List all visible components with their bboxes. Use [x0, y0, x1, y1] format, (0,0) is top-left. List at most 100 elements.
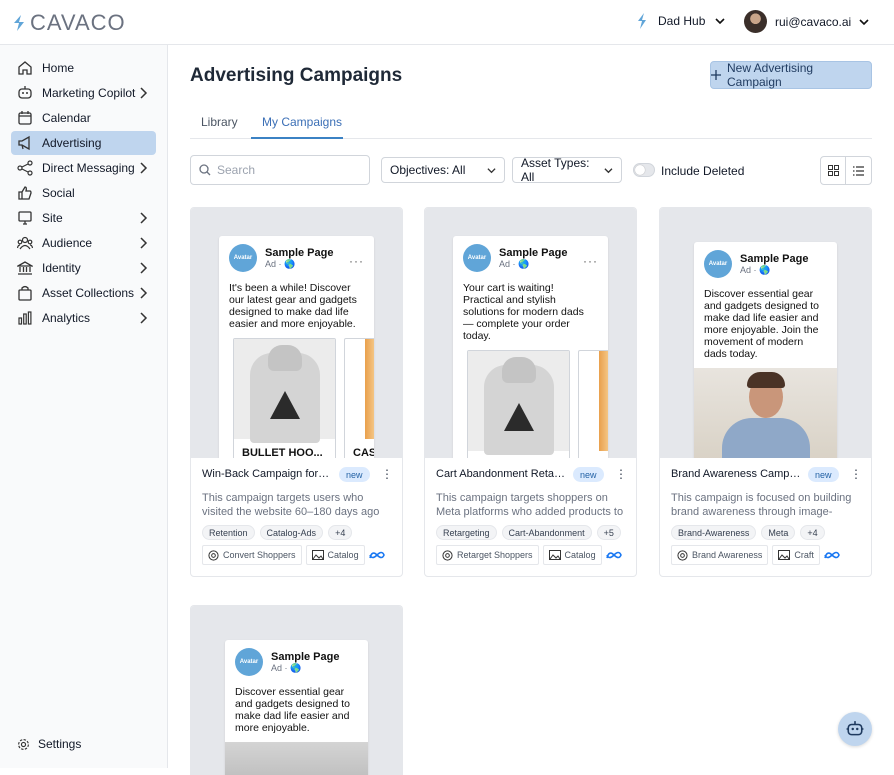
include-deleted-toggle[interactable]	[633, 163, 655, 177]
tag: +4	[800, 525, 825, 540]
post-meta: Ad · 🌎	[271, 662, 302, 673]
workspace-name: Dad Hub	[658, 14, 706, 28]
post-body: It's been a while! Discover our latest g…	[229, 282, 357, 330]
meta-icon	[605, 551, 622, 559]
tag: Retention	[202, 525, 255, 540]
top-bar: CAVACO Dad Hub rui@cavaco.ai	[0, 0, 894, 45]
search-input[interactable]: Search	[190, 155, 370, 185]
campaign-card[interactable]: Avatar Sample Page Ad · 🌎 ··· It's been …	[190, 207, 403, 577]
new-badge: new	[339, 467, 370, 482]
campaign-card[interactable]: Avatar Sample Page Ad · 🌎 Discover essen…	[659, 207, 872, 577]
sidebar-item-audience[interactable]: Audience	[11, 231, 156, 255]
card-menu-icon[interactable]: ⋮	[615, 467, 627, 481]
globe-icon: 🌎	[518, 258, 530, 269]
sidebar-item-label: Home	[42, 61, 75, 75]
tabs: Library My Campaigns	[190, 107, 872, 139]
chevron-right-icon	[140, 87, 148, 99]
page-avatar: Avatar	[704, 250, 732, 278]
ad-preview: Avatar Sample Page Ad · 🌎 ··· Your cart …	[425, 208, 636, 458]
app-logo[interactable]: CAVACO	[12, 10, 126, 36]
objectives-select[interactable]: Objectives: All	[381, 157, 505, 183]
target-icon	[442, 549, 453, 561]
sidebar-item-calendar[interactable]: Calendar	[11, 106, 156, 130]
chevron-down-icon	[859, 18, 869, 25]
post-header: Avatar Sample Page Ad · 🌎	[235, 648, 339, 676]
globe-icon: 🌎	[759, 264, 771, 275]
ad-preview: Avatar Sample Page Ad · 🌎 Discover essen…	[660, 208, 871, 458]
sidebar-item-social[interactable]: Social	[11, 181, 156, 205]
carousel-item	[578, 350, 608, 458]
card-footer: Convert Shoppers Catalog	[202, 545, 385, 565]
campaign-card[interactable]: Avatar Sample Page Ad · 🌎 Discover essen…	[190, 605, 403, 775]
sidebar: Home Marketing Copilot Calendar Advertis…	[0, 45, 168, 768]
card-menu-icon[interactable]: ⋮	[381, 467, 393, 481]
card-menu-icon[interactable]: ⋮	[850, 467, 862, 481]
sidebar-item-asset-collections[interactable]: Asset Collections	[11, 281, 156, 305]
search-icon	[199, 164, 211, 176]
product-image	[365, 339, 374, 439]
share-icon	[16, 159, 34, 177]
chevron-right-icon	[140, 287, 148, 299]
user-menu[interactable]: rui@cavaco.ai	[744, 10, 869, 33]
post-header: Avatar Sample Page Ad · 🌎	[704, 250, 808, 278]
post-body: Discover essential gear and gadgets desi…	[235, 686, 351, 734]
main-content: Advertising Campaigns New Advertising Ca…	[168, 45, 894, 775]
tag: Meta	[761, 525, 796, 540]
workspace-icon	[638, 13, 646, 29]
sidebar-item-label: Social	[42, 186, 75, 200]
sidebar-item-direct-messaging[interactable]: Direct Messaging	[11, 156, 156, 180]
bag-icon	[16, 284, 34, 302]
tab-library[interactable]: Library	[201, 115, 238, 129]
asset-type-chip: Craft	[772, 545, 820, 565]
campaign-title: Cart Abandonment Retar...	[436, 468, 566, 480]
copilot-chat-button[interactable]	[838, 712, 872, 746]
objectives-value: Objectives: All	[390, 163, 466, 177]
tag: +4	[328, 525, 353, 540]
sidebar-item-analytics[interactable]: Analytics	[11, 306, 156, 330]
tag: +5	[596, 525, 621, 540]
page-name: Sample Page	[265, 246, 334, 259]
image-icon	[778, 550, 791, 560]
facebook-post-preview: Avatar Sample Page Ad · 🌎 ··· Your cart …	[453, 236, 608, 458]
active-tab-indicator	[251, 137, 343, 139]
asset-types-select[interactable]: Asset Types: All	[512, 156, 622, 184]
bank-icon	[16, 259, 34, 277]
sidebar-item-identity[interactable]: Identity	[11, 256, 156, 280]
product-image	[468, 351, 569, 455]
logo-icon	[14, 15, 24, 31]
card-footer: Brand Awareness Craft	[671, 545, 840, 565]
sidebar-item-settings[interactable]: Settings	[17, 737, 81, 751]
user-email: rui@cavaco.ai	[775, 14, 852, 29]
page-name: Sample Page	[271, 650, 340, 663]
list-view-button[interactable]	[846, 157, 871, 184]
carousel-item: BULLET HOO...	[233, 338, 336, 458]
carousel-item	[467, 350, 570, 458]
workspace-switcher[interactable]: Dad Hub	[636, 12, 725, 30]
sidebar-item-label: Site	[42, 211, 63, 225]
sidebar-item-marketing-copilot[interactable]: Marketing Copilot	[11, 81, 156, 105]
tag: Brand-Awareness	[671, 525, 757, 540]
image-icon	[311, 550, 324, 560]
sidebar-item-advertising[interactable]: Advertising	[11, 131, 156, 155]
globe-icon: 🌎	[290, 662, 302, 673]
user-avatar	[744, 10, 767, 33]
grid-view-button[interactable]	[821, 157, 847, 184]
sidebar-item-label: Marketing Copilot	[42, 86, 136, 100]
gear-icon	[18, 738, 29, 750]
campaign-card[interactable]: Avatar Sample Page Ad · 🌎 ··· Your cart …	[424, 207, 637, 577]
sidebar-item-site[interactable]: Site	[11, 206, 156, 230]
chevron-right-icon	[140, 312, 148, 324]
campaign-description: This campaign is focused on building bra…	[671, 492, 852, 518]
chevron-down-icon	[604, 167, 613, 173]
list-icon	[853, 165, 864, 176]
sidebar-item-home[interactable]: Home	[11, 56, 156, 80]
carousel-label: CAS	[353, 447, 374, 458]
post-meta: Ad · 🌎	[499, 258, 530, 269]
post-body: Discover essential gear and gadgets desi…	[704, 288, 820, 360]
new-badge: new	[573, 467, 604, 482]
settings-label: Settings	[38, 737, 82, 751]
post-header: Avatar Sample Page Ad · 🌎	[463, 244, 567, 272]
tag-list: Retargeting Cart-Abandonment +5	[436, 525, 621, 540]
new-campaign-button[interactable]: New Advertising Campaign	[710, 61, 872, 89]
tab-my-campaigns[interactable]: My Campaigns	[262, 115, 342, 129]
